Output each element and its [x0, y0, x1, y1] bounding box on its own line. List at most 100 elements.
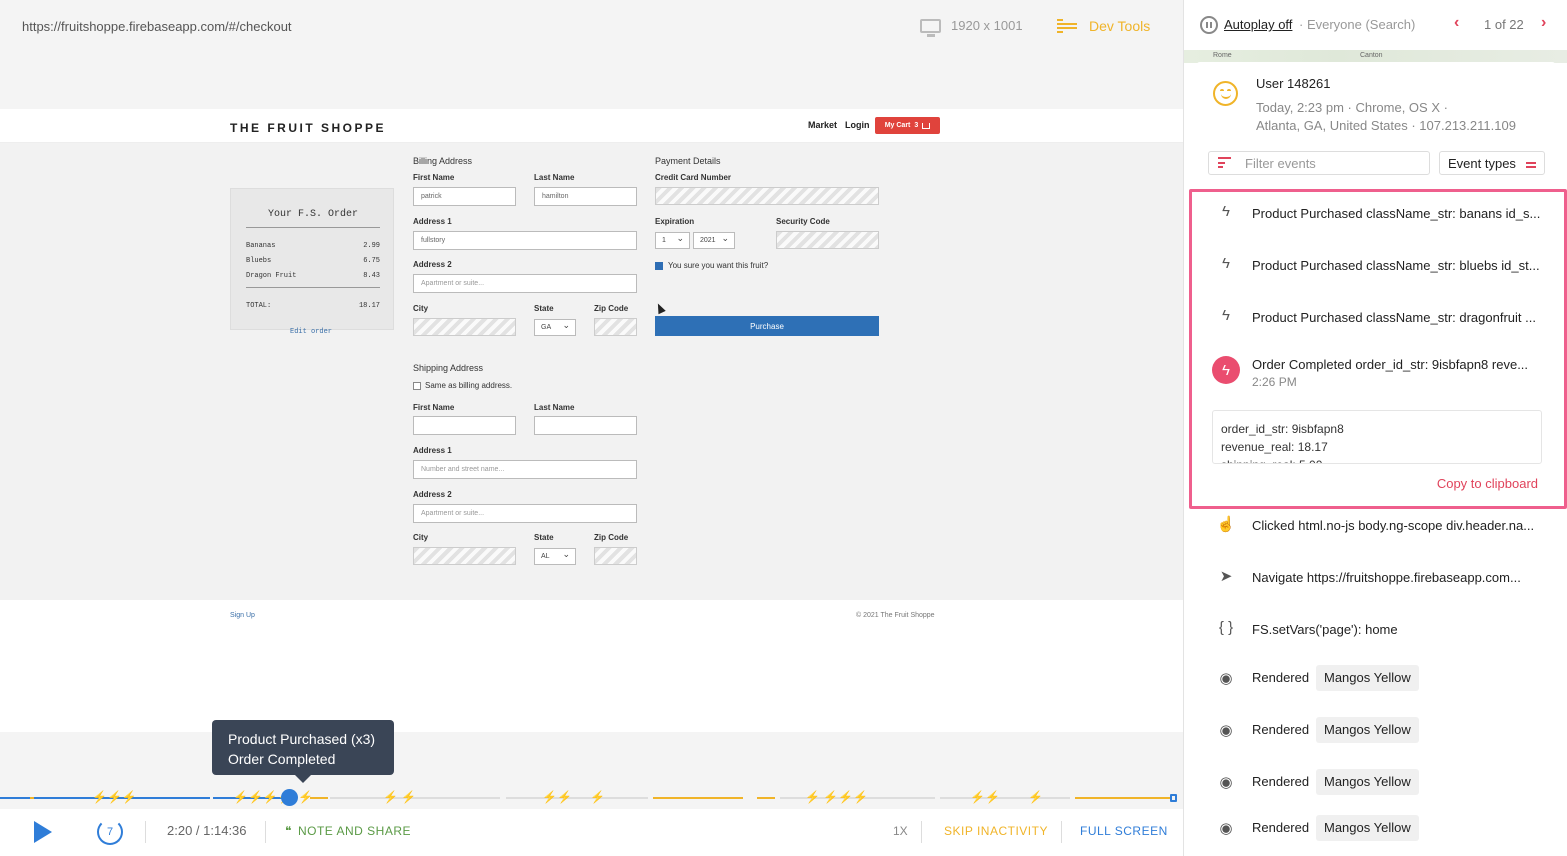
rendered-chip: Mangos Yellow	[1316, 717, 1419, 743]
user-name[interactable]: User 148261	[1256, 76, 1330, 91]
billing-address2-input[interactable]: Apartment or suite...	[413, 274, 637, 293]
shipping-address1-input[interactable]: Number and street name...	[413, 460, 637, 479]
autoplay-toggle[interactable]: Autoplay off	[1224, 17, 1292, 32]
shipping-city-masked[interactable]	[413, 547, 516, 565]
rendered-event-row[interactable]: ◉ Rendered Mangos Yellow	[1184, 654, 1567, 706]
same-as-billing-label: Same as billing address.	[425, 381, 513, 390]
braces-icon: { }	[1218, 619, 1234, 636]
timeline-scrubber[interactable]	[281, 789, 298, 806]
event-row[interactable]: ϟ Product Purchased className_str: banan…	[1184, 188, 1567, 240]
billing-city-masked[interactable]	[413, 318, 516, 336]
shipping-first-name-label: First Name	[413, 403, 455, 412]
page-url: https://fruitshoppe.firebaseapp.com/#/ch…	[22, 19, 292, 34]
purchase-button[interactable]: Purchase	[655, 316, 879, 336]
playback-timeline[interactable]: ⚡⚡⚡ ⚡⚡⚡⚡ ⚡ ⚡ ⚡ ⚡⚡ ⚡ ⚡ ⚡⚡⚡ ⚡⚡ ⚡	[0, 785, 1183, 809]
event-row[interactable]: ☝ Clicked html.no-js body.ng-scope div.h…	[1184, 500, 1567, 552]
eye-icon: ◉	[1219, 774, 1233, 791]
billing-last-name-input[interactable]: hamilton	[534, 187, 637, 206]
timeline-event-marker[interactable]: ⚡	[1028, 790, 1043, 804]
play-icon[interactable]	[34, 821, 52, 843]
timeline-event-marker[interactable]: ⚡ ⚡⚡⚡	[805, 790, 868, 804]
order-completed-event[interactable]: ϟ Order Completed order_id_str: 9isbfapn…	[1194, 343, 1556, 503]
rewind-icon[interactable]: 7	[97, 819, 123, 845]
copy-to-clipboard-link[interactable]: Copy to clipboard	[1437, 476, 1538, 491]
navigate-icon: ➤	[1219, 568, 1233, 585]
shipping-address2-input[interactable]: Apartment or suite...	[413, 504, 637, 523]
skip-inactivity-button[interactable]: SKIP INACTIVITY	[944, 824, 1048, 838]
my-cart-button[interactable]: My Cart 3	[875, 117, 940, 134]
note-and-share-button[interactable]: ❝ NOTE AND SHARE	[285, 824, 411, 838]
resolution-text: 1920 x 1001	[951, 18, 1023, 33]
shipping-zip-label: Zip Code	[594, 533, 629, 542]
bolt-icon: ϟ	[1222, 307, 1230, 324]
timeline-event-marker[interactable]: ⚡⚡	[970, 790, 1000, 804]
timeline-event-marker[interactable]: ⚡	[590, 790, 605, 804]
billing-zip-masked[interactable]	[594, 318, 637, 336]
billing-last-name-label: Last Name	[534, 173, 575, 182]
event-row[interactable]: ϟ Product Purchased className_str: blueb…	[1184, 240, 1567, 292]
shipping-state-select[interactable]: AL	[534, 548, 576, 565]
nav-market[interactable]: Market	[808, 120, 837, 130]
shipping-first-name-input[interactable]	[413, 416, 516, 435]
security-code-label: Security Code	[776, 217, 830, 226]
rendered-event-row[interactable]: ◉ Rendered Mangos Yellow	[1184, 706, 1567, 758]
event-row[interactable]: ϟ Product Purchased className_str: drago…	[1184, 292, 1567, 344]
site-brand[interactable]: THE FRUIT SHOPPE	[230, 121, 386, 135]
tooltip-line: Order Completed	[228, 751, 336, 767]
event-row[interactable]: ➤ Navigate https://fruitshoppe.firebasea…	[1184, 552, 1567, 604]
receipt-item: Dragon Fruit 8.43	[246, 272, 380, 280]
timeline-event-marker[interactable]: ⚡	[298, 790, 313, 804]
confirm-checkbox[interactable]	[655, 262, 663, 270]
copyright-text: © 2021 The Fruit Shoppe	[856, 612, 935, 619]
timeline-event-marker[interactable]: ⚡ ⚡	[383, 790, 416, 804]
billing-address1-input[interactable]: fullstory	[413, 231, 637, 250]
chevron-right-icon[interactable]: ›	[1541, 14, 1546, 32]
shipping-zip-masked[interactable]	[594, 547, 637, 565]
order-receipt: Your F.S. Order Bananas 2.99 Bluebs 6.75 D…	[230, 188, 394, 330]
timeline-end-marker	[1170, 794, 1177, 802]
sign-up-link[interactable]: Sign Up	[230, 612, 255, 619]
billing-first-name-label: First Name	[413, 173, 455, 182]
dev-tools-button[interactable]: Dev Tools	[1057, 18, 1150, 34]
bolt-icon: ϟ	[1212, 356, 1240, 384]
rendered-event-row[interactable]: ◉ Rendered Mangos Yellow	[1184, 758, 1567, 810]
session-pager: 1 of 22	[1484, 17, 1524, 32]
billing-address1-label: Address 1	[413, 217, 452, 226]
timeline-event-marker[interactable]: ⚡⚡	[542, 790, 572, 804]
payment-title: Payment Details	[655, 156, 721, 166]
replay-area: https://fruitshoppe.firebaseapp.com/#/ch…	[0, 0, 1183, 856]
billing-state-select[interactable]: GA	[534, 319, 576, 336]
billing-first-name-input[interactable]: patrick	[413, 187, 516, 206]
user-location-meta: Atlanta, GA, United States · 107.213.211…	[1256, 118, 1516, 133]
rendered-event-row[interactable]: ◉ Rendered Mangos Yellow	[1184, 804, 1567, 856]
timeline-event-marker[interactable]: ⚡⚡⚡	[92, 790, 137, 804]
event-row[interactable]: { } FS.setVars('page'): home	[1184, 604, 1567, 656]
site-footer: Sign Up © 2021 The Fruit Shoppe	[0, 600, 1183, 732]
pointer-hand-icon: ☝	[1216, 516, 1236, 533]
rendered-chip: Mangos Yellow	[1316, 665, 1419, 691]
card-number-masked[interactable]	[655, 187, 879, 205]
shipping-last-name-input[interactable]	[534, 416, 637, 435]
same-as-billing-checkbox[interactable]	[413, 382, 421, 390]
billing-address2-label: Address 2	[413, 260, 452, 269]
pause-icon[interactable]	[1200, 16, 1218, 34]
exp-month-select[interactable]: 1	[655, 232, 690, 249]
event-types-button[interactable]: Event types	[1439, 151, 1545, 175]
rendered-chip: Mangos Yellow	[1316, 769, 1419, 795]
receipt-item: Bananas 2.99	[246, 242, 380, 250]
full-screen-button[interactable]: FULL SCREEN	[1080, 824, 1168, 838]
chevron-left-icon[interactable]: ‹	[1454, 14, 1459, 32]
confirm-label: You sure you want this fruit?	[668, 261, 769, 270]
playback-speed-button[interactable]: 1X	[893, 824, 908, 838]
cart-label: My Cart	[884, 122, 911, 129]
cart-icon	[922, 122, 931, 129]
security-code-masked[interactable]	[776, 231, 879, 249]
edit-order-link[interactable]: Edit order	[290, 328, 332, 336]
filter-events-input[interactable]: Filter events	[1208, 151, 1430, 175]
eye-icon: ◉	[1219, 670, 1233, 687]
timeline-tooltip: Product Purchased (x3) Order Completed	[212, 720, 394, 783]
playback-controls: 7 2:20 / 1:14:36 ❝ NOTE AND SHARE 1X SKI…	[0, 809, 1183, 856]
receipt-item: Bluebs 6.75	[246, 257, 380, 265]
nav-login[interactable]: Login	[845, 120, 870, 130]
exp-year-select[interactable]: 2021	[693, 232, 735, 249]
